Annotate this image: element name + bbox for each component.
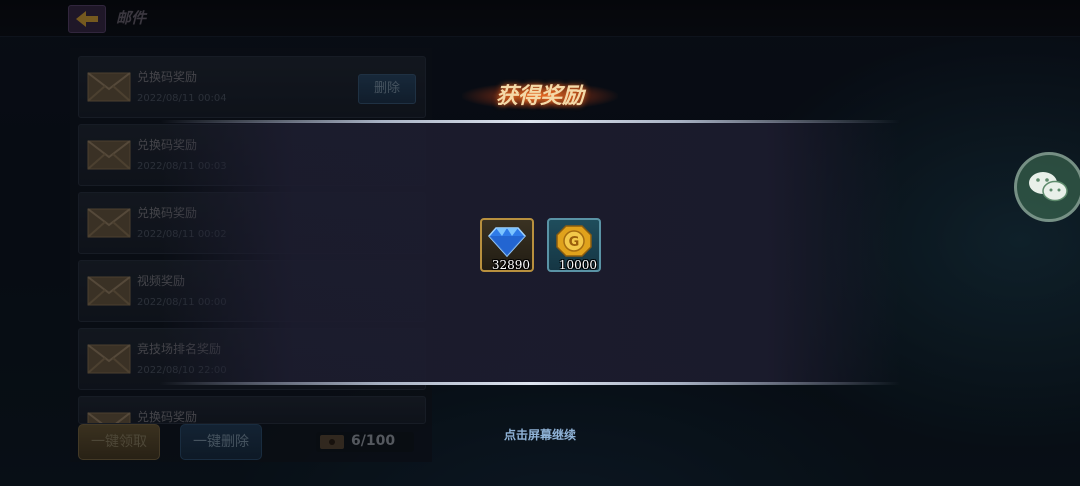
svg-text:G: G xyxy=(569,235,580,250)
reward-title: 获得奖励 xyxy=(495,84,584,109)
reward-count: 32890 xyxy=(491,258,530,272)
gold-coin-icon: G xyxy=(556,225,592,257)
reward-item[interactable]: G 10000 xyxy=(547,218,601,272)
divider xyxy=(160,382,900,385)
wechat-icon xyxy=(1029,172,1068,202)
reward-count: 10000 xyxy=(558,258,597,272)
divider xyxy=(160,120,900,123)
reward-item[interactable]: 32890 xyxy=(480,218,534,272)
wechat-button[interactable] xyxy=(1014,152,1080,222)
continue-hint: 点击屏幕继续 xyxy=(503,428,576,442)
diamond-icon xyxy=(488,227,526,258)
